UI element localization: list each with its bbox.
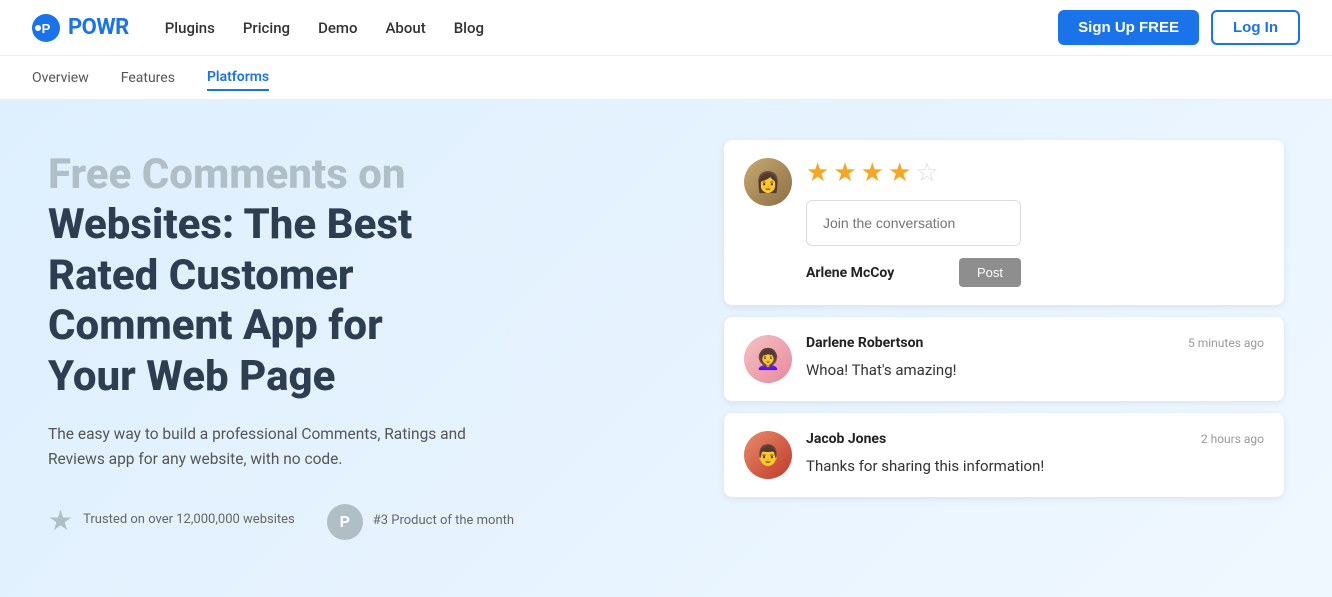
compose-card: 👩 ★ ★ ★ ★ ☆ Arlene McCoy Post — [724, 140, 1284, 305]
comment-input[interactable] — [806, 200, 1021, 246]
comment-header-2: Jacob Jones 2 hours ago — [806, 431, 1264, 447]
navbar: P POWR Plugins Pricing Demo About Blog S… — [0, 0, 1332, 56]
signup-button[interactable]: Sign Up FREE — [1058, 10, 1199, 45]
hero-section: Free Comments on Websites: The BestRated… — [0, 100, 1332, 597]
star-icon: ★ — [48, 504, 73, 537]
post-button[interactable]: Post — [959, 258, 1021, 287]
star-2[interactable]: ★ — [833, 158, 856, 188]
comment-card-2: 👨 Jacob Jones 2 hours ago Thanks for sha… — [724, 413, 1284, 497]
comment-text-2: Thanks for sharing this information! — [806, 455, 1264, 478]
subnav-overview[interactable]: Overview — [32, 66, 89, 90]
comment-body-2: Jacob Jones 2 hours ago Thanks for shari… — [806, 431, 1264, 478]
stat-product-text: #3 Product of the month — [373, 512, 514, 530]
comments-widget: 👩 ★ ★ ★ ★ ☆ Arlene McCoy Post — [704, 140, 1284, 497]
comment-body-1: Darlene Robertson 5 minutes ago Whoa! Th… — [806, 335, 1264, 382]
nav-links: Plugins Pricing Demo About Blog — [165, 19, 484, 37]
avatar-darlene: 👩‍🦱 — [744, 335, 792, 383]
avatar-jacob: 👨 — [744, 431, 792, 479]
subnav: Overview Features Platforms — [0, 56, 1332, 100]
comment-time-2: 2 hours ago — [1201, 432, 1264, 446]
login-button[interactable]: Log In — [1211, 10, 1300, 45]
hero-title: Free Comments on Websites: The BestRated… — [48, 150, 568, 402]
product-hunt-icon: P — [327, 504, 363, 540]
logo-icon: P — [32, 14, 60, 42]
nav-link-plugins[interactable]: Plugins — [165, 19, 215, 37]
compose-footer: Arlene McCoy Post — [806, 258, 1021, 287]
svg-text:P: P — [42, 21, 51, 36]
stat-trusted-text: Trusted on over 12,000,000 websites — [83, 511, 295, 529]
comment-time-1: 5 minutes ago — [1188, 336, 1264, 350]
logo-text: POWR — [68, 15, 129, 40]
hero-title-gray: Free Comments on — [48, 150, 406, 199]
star-5[interactable]: ☆ — [915, 158, 938, 188]
star-3[interactable]: ★ — [861, 158, 884, 188]
subnav-platforms[interactable]: Platforms — [207, 65, 269, 91]
comment-author-2: Jacob Jones — [806, 431, 886, 447]
star-1[interactable]: ★ — [806, 158, 829, 188]
hero-subtitle: The easy way to build a professional Com… — [48, 422, 488, 472]
comment-text-1: Whoa! That's amazing! — [806, 359, 1264, 382]
comment-header-1: Darlene Robertson 5 minutes ago — [806, 335, 1264, 351]
nav-link-pricing[interactable]: Pricing — [243, 19, 290, 37]
comment-card-1: 👩‍🦱 Darlene Robertson 5 minutes ago Whoa… — [724, 317, 1284, 401]
star-rating[interactable]: ★ ★ ★ ★ ☆ — [806, 158, 1021, 188]
subnav-features[interactable]: Features — [121, 66, 175, 90]
stat-product: P #3 Product of the month — [327, 504, 514, 540]
comment-author-1: Darlene Robertson — [806, 335, 923, 351]
navbar-right: Sign Up FREE Log In — [1058, 10, 1300, 45]
hero-left: Free Comments on Websites: The BestRated… — [48, 140, 568, 540]
nav-link-demo[interactable]: Demo — [318, 19, 357, 37]
compose-author: Arlene McCoy — [806, 265, 894, 281]
logo[interactable]: P POWR — [32, 14, 129, 42]
nav-link-about[interactable]: About — [385, 19, 425, 37]
navbar-left: P POWR Plugins Pricing Demo About Blog — [32, 14, 484, 42]
hero-title-dark: Websites: The BestRated CustomerComment … — [48, 200, 412, 400]
nav-link-blog[interactable]: Blog — [454, 19, 484, 37]
hero-stats: ★ Trusted on over 12,000,000 websites P … — [48, 504, 568, 540]
compose-avatar: 👩 — [744, 158, 792, 206]
stat-trusted: ★ Trusted on over 12,000,000 websites — [48, 504, 295, 537]
star-4[interactable]: ★ — [888, 158, 911, 188]
